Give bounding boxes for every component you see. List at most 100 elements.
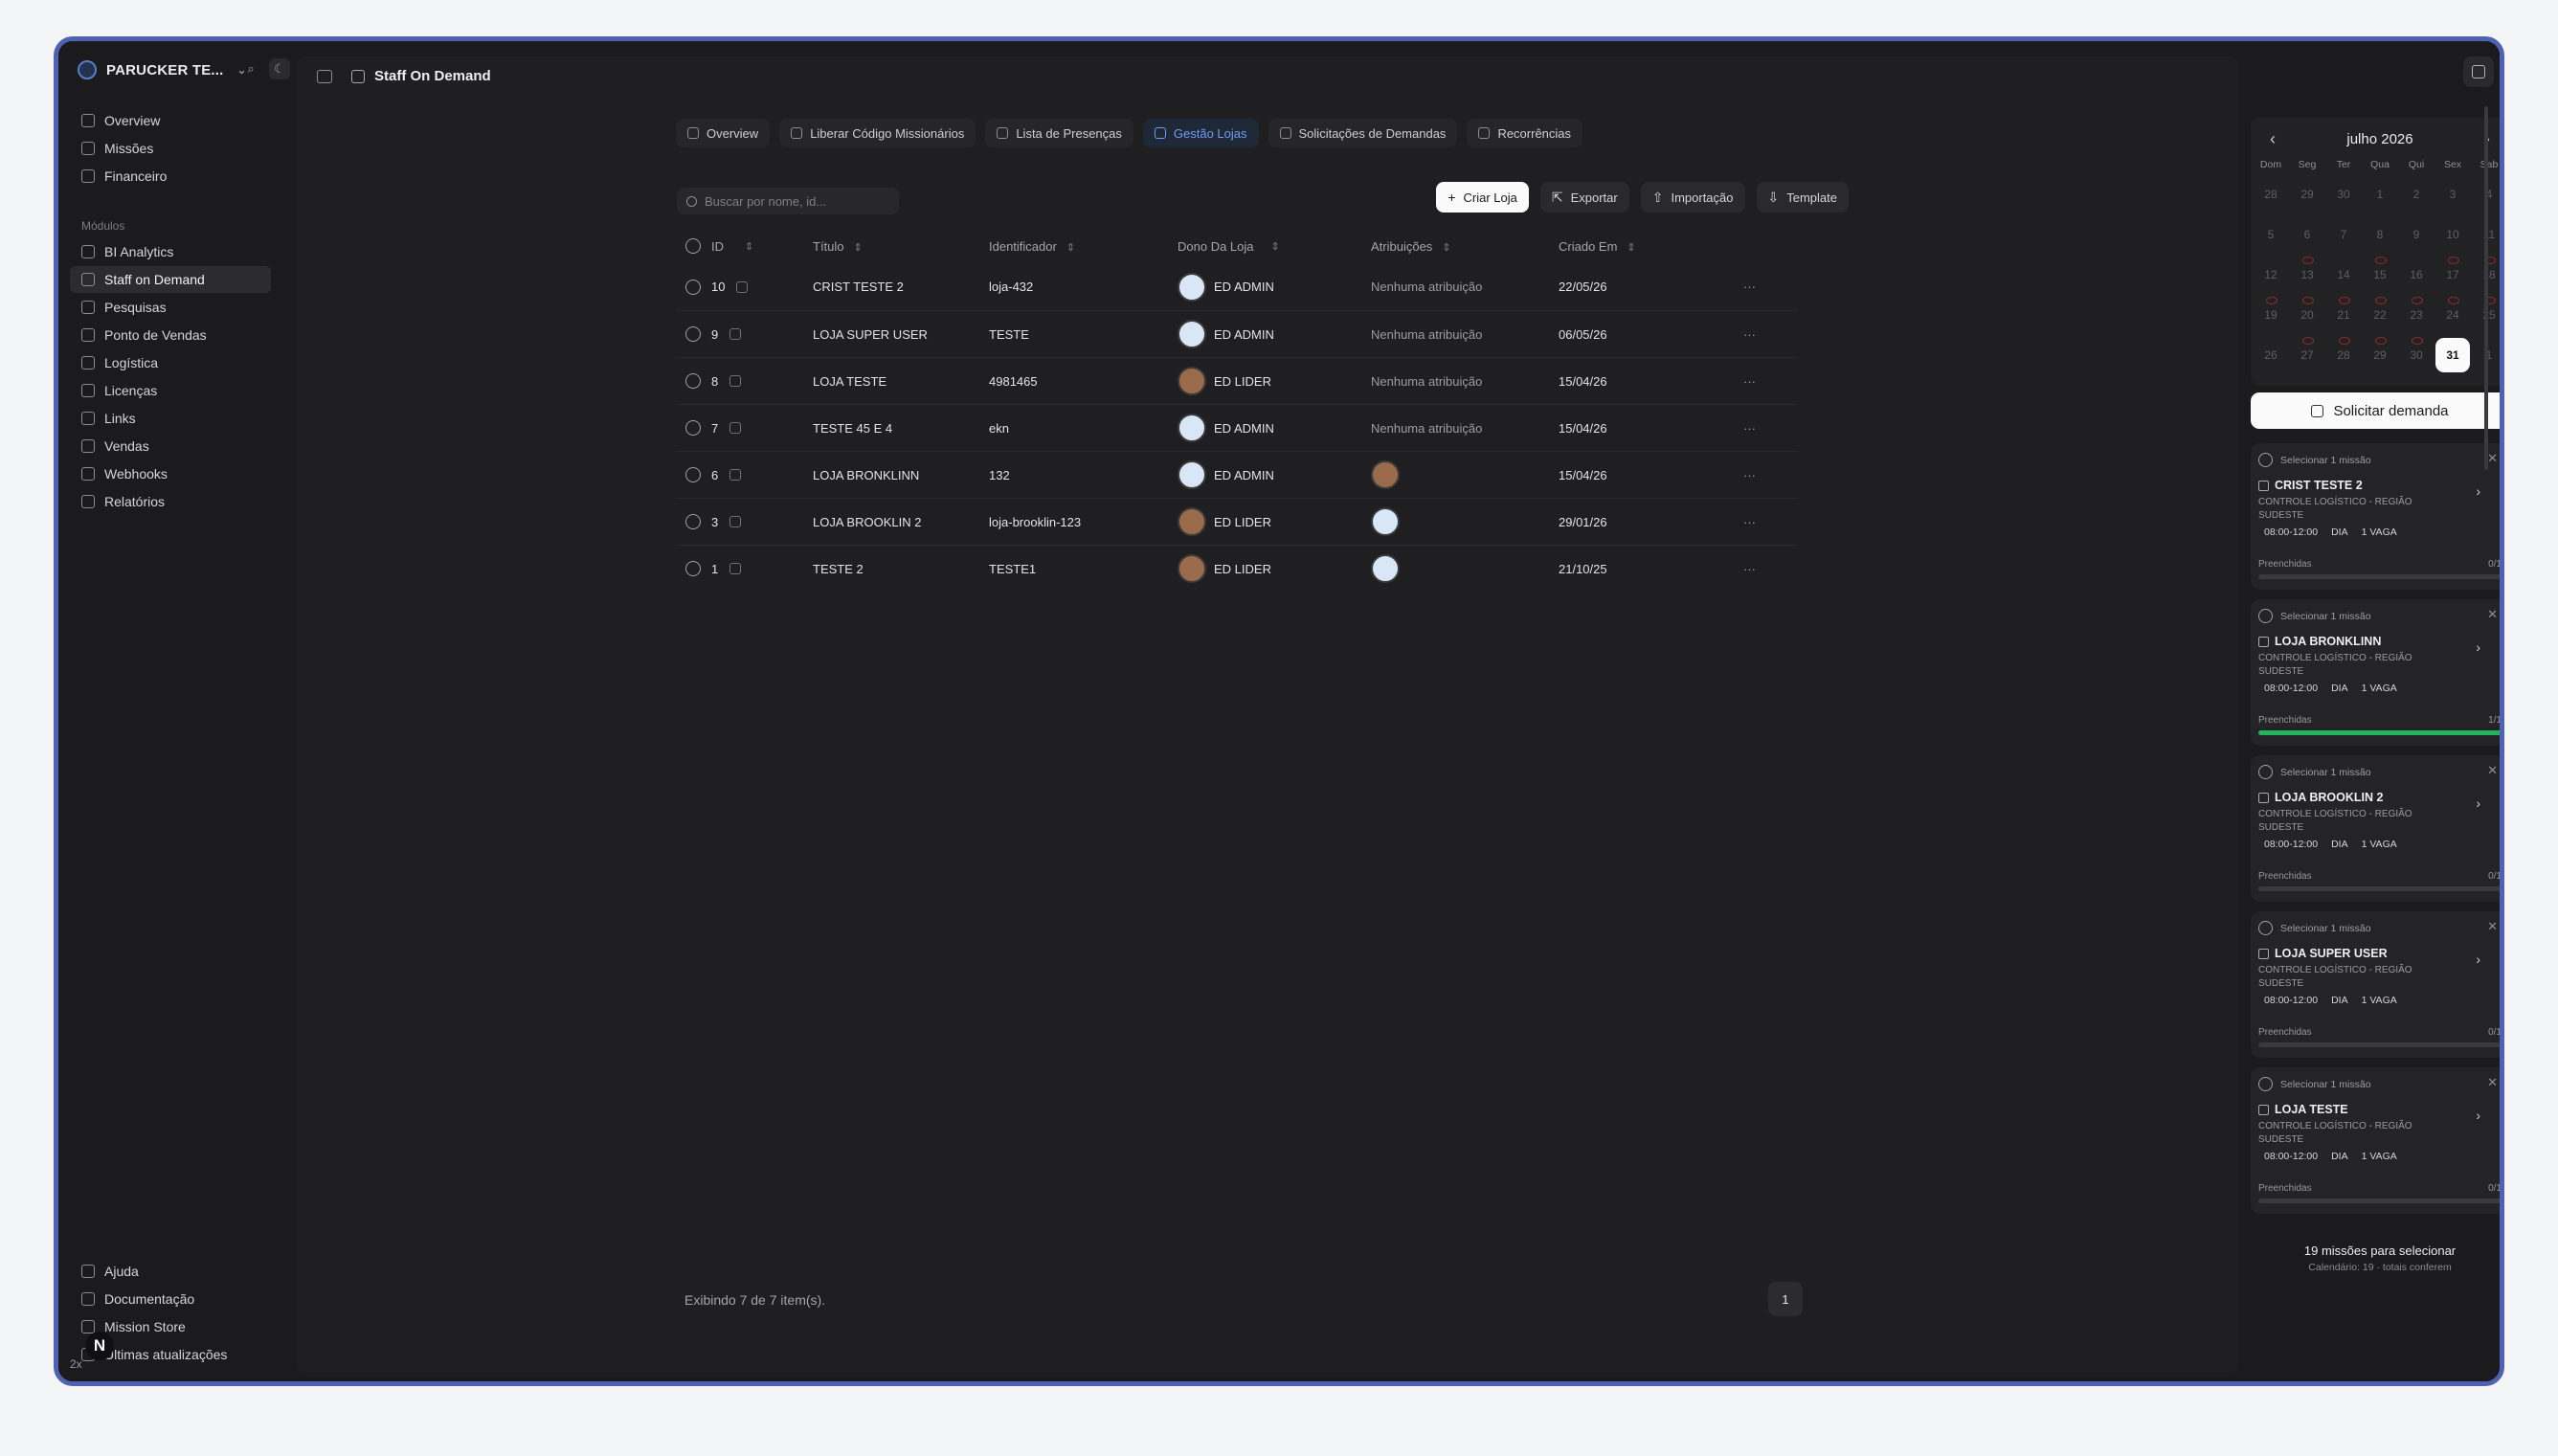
calendar-day[interactable]: 6: [2289, 214, 2325, 255]
table-row[interactable]: 3 LOJA BROOKLIN 2 loja-brooklin-123 ED LIDE…: [677, 498, 1797, 545]
sidebar-item-overview[interactable]: Overview: [70, 107, 271, 134]
prev-month-icon[interactable]: ‹: [2270, 129, 2276, 149]
row-checkbox[interactable]: [685, 420, 701, 436]
scrollbar[interactable]: [2484, 106, 2488, 470]
mission-card[interactable]: Selecionar 1 missão ✕ LOJA BRONKLINN › CONTR…: [2251, 599, 2500, 746]
header-title[interactable]: Título ⇕: [813, 239, 989, 254]
panel-toggle-icon[interactable]: [2463, 56, 2494, 87]
close-icon[interactable]: ✕: [2487, 607, 2498, 622]
tab-recorrencias[interactable]: Recorrências: [1467, 119, 1583, 147]
sidebar-item-relatorios[interactable]: Relatórios: [70, 488, 271, 515]
calendar-day[interactable]: 8: [2362, 214, 2398, 255]
sidebar-item-ponto-de-vendas[interactable]: Ponto de Vendas: [70, 322, 271, 348]
table-row[interactable]: 1 TESTE 2 TESTE1 ED LIDER 21/10/25 ···: [677, 545, 1797, 592]
import-button[interactable]: ⇧ Importação: [1640, 182, 1745, 213]
calendar-day[interactable]: 13: [2289, 255, 2325, 295]
calendar-day-today[interactable]: 31: [2435, 335, 2471, 375]
copy-icon[interactable]: [729, 375, 742, 387]
chevron-right-icon[interactable]: ›: [2476, 952, 2480, 967]
table-row[interactable]: 7 TESTE 45 E 4 ekn ED ADMIN Nenhuma atribuiç…: [677, 404, 1797, 451]
calendar-day[interactable]: 12: [2253, 255, 2289, 295]
request-demand-button[interactable]: Solicitar demanda: [2251, 392, 2500, 429]
calendar-day[interactable]: 5: [2253, 214, 2289, 255]
select-all-checkbox[interactable]: [685, 238, 701, 254]
chevron-right-icon[interactable]: ›: [2476, 483, 2480, 499]
more-icon[interactable]: ···: [1743, 280, 1782, 294]
more-icon[interactable]: ···: [1743, 421, 1782, 436]
calendar-day[interactable]: 29: [2362, 335, 2398, 375]
mission-checkbox[interactable]: [2258, 1077, 2273, 1091]
row-checkbox[interactable]: [685, 326, 701, 342]
calendar-day[interactable]: 17: [2435, 255, 2471, 295]
template-button[interactable]: ⇩ Template: [1756, 182, 1849, 213]
tab-solicitacoes-de-demandas[interactable]: Solicitações de Demandas: [1268, 119, 1458, 147]
calendar-day[interactable]: 24: [2435, 295, 2471, 335]
tab-liberar-codigo-missionarios[interactable]: Liberar Código Missionários: [779, 119, 976, 147]
sidebar-item-ajuda[interactable]: Ajuda: [70, 1258, 271, 1285]
create-store-button[interactable]: + Criar Loja: [1436, 182, 1529, 213]
calendar-day[interactable]: 20: [2289, 295, 2325, 335]
mission-select[interactable]: Selecionar 1 missão: [2258, 765, 2500, 779]
calendar-day[interactable]: 7: [2325, 214, 2362, 255]
tab-lista-de-presencas[interactable]: Lista de Presenças: [985, 119, 1133, 147]
header-owner[interactable]: Dono Da Loja ⇕: [1178, 239, 1371, 254]
sidebar-item-missoes[interactable]: Missões: [70, 135, 271, 162]
header-created[interactable]: Criado Em ⇕: [1559, 239, 1743, 254]
mission-select[interactable]: Selecionar 1 missão: [2258, 453, 2500, 467]
sidebar-item-webhooks[interactable]: Webhooks: [70, 460, 271, 487]
more-icon[interactable]: ···: [1743, 468, 1782, 482]
workspace-switcher[interactable]: PARUCKER TE... ⌄: [78, 60, 247, 79]
sidebar-item-licencas[interactable]: Licenças: [70, 377, 271, 404]
more-icon[interactable]: ···: [1743, 374, 1782, 389]
calendar-day[interactable]: 14: [2325, 255, 2362, 295]
mission-card[interactable]: Selecionar 1 missão ✕ CRIST TESTE 2 › CONTRO…: [2251, 443, 2500, 590]
calendar-day[interactable]: 29: [2289, 174, 2325, 214]
sidebar-item-documentacao[interactable]: Documentação: [70, 1286, 271, 1312]
toggle-sidebar-icon[interactable]: [317, 69, 332, 83]
calendar-day[interactable]: 3: [2435, 174, 2471, 214]
table-row[interactable]: 9 LOJA SUPER USER TESTE ED ADMIN Nenhuma atr…: [677, 310, 1797, 357]
row-checkbox[interactable]: [685, 279, 701, 295]
calendar-day[interactable]: 22: [2362, 295, 2398, 335]
row-checkbox[interactable]: [685, 561, 701, 576]
row-checkbox[interactable]: [685, 467, 701, 482]
header-identifier[interactable]: Identificador ⇕: [989, 239, 1178, 254]
calendar-day[interactable]: 30: [2398, 335, 2435, 375]
header-id[interactable]: ID ⇕: [711, 239, 813, 254]
sidebar-item-logistica[interactable]: Logística: [70, 349, 271, 376]
chevron-right-icon[interactable]: ›: [2476, 1108, 2480, 1123]
close-icon[interactable]: ✕: [2487, 919, 2498, 934]
chevron-right-icon[interactable]: ›: [2476, 795, 2480, 811]
search-box[interactable]: [677, 188, 899, 214]
sidebar-item-financeiro[interactable]: Financeiro: [70, 163, 271, 190]
export-button[interactable]: ⇱ Exportar: [1539, 182, 1629, 213]
more-icon[interactable]: ···: [1743, 327, 1782, 342]
chevron-right-icon[interactable]: ›: [2476, 639, 2480, 655]
more-icon[interactable]: ···: [1743, 562, 1782, 576]
mission-select[interactable]: Selecionar 1 missão: [2258, 609, 2500, 623]
row-checkbox[interactable]: [685, 514, 701, 529]
calendar-day[interactable]: 15: [2362, 255, 2398, 295]
sidebar-item-vendas[interactable]: Vendas: [70, 433, 271, 459]
calendar-day[interactable]: 23: [2398, 295, 2435, 335]
mission-card[interactable]: Selecionar 1 missão ✕ LOJA TESTE › CONTROLE …: [2251, 1067, 2500, 1214]
calendar-day[interactable]: 27: [2289, 335, 2325, 375]
tab-overview[interactable]: Overview: [676, 119, 771, 147]
more-icon[interactable]: ···: [1743, 515, 1782, 529]
copy-icon[interactable]: [729, 563, 742, 574]
sidebar-item-links[interactable]: Links: [70, 405, 271, 432]
sidebar-item-staff-on-demand[interactable]: Staff on Demand: [70, 266, 271, 293]
sidebar-item-pesquisas[interactable]: Pesquisas: [70, 294, 271, 321]
copy-icon[interactable]: [729, 422, 742, 434]
close-icon[interactable]: ✕: [2487, 1075, 2498, 1090]
calendar-day[interactable]: 16: [2398, 255, 2435, 295]
calendar-day[interactable]: 21: [2325, 295, 2362, 335]
table-row[interactable]: 10 CRIST TESTE 2 loja-432 ED ADMIN Nenhuma a…: [677, 263, 1797, 310]
calendar-day[interactable]: 28: [2253, 174, 2289, 214]
mission-select[interactable]: Selecionar 1 missão: [2258, 921, 2500, 935]
calendar-day[interactable]: 28: [2325, 335, 2362, 375]
app-logo-icon[interactable]: N: [85, 1332, 114, 1360]
mission-checkbox[interactable]: [2258, 453, 2273, 467]
mission-checkbox[interactable]: [2258, 921, 2273, 935]
calendar-day[interactable]: 2: [2398, 174, 2435, 214]
